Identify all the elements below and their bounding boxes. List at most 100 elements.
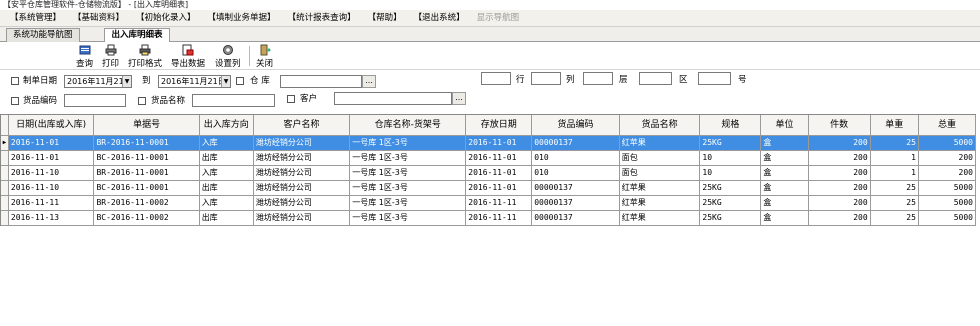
table-cell[interactable]: 25 (870, 136, 919, 151)
goods-code-checkbox[interactable] (11, 97, 19, 105)
table-cell[interactable]: 010 (532, 151, 620, 166)
menu-basic-data[interactable]: 【基础资料】 (67, 10, 130, 27)
table-cell[interactable]: 出库 (199, 211, 254, 226)
table-cell[interactable]: 2016-11-11 (8, 196, 95, 211)
row-input[interactable] (481, 72, 511, 85)
goods-name-input[interactable] (192, 94, 275, 107)
table-cell[interactable]: 00000137 (532, 181, 620, 196)
warehouse-input[interactable] (280, 75, 362, 88)
table-cell[interactable]: 面包 (619, 166, 701, 181)
table-cell[interactable]: 面包 (619, 151, 701, 166)
column-header[interactable]: 单据号 (94, 115, 200, 136)
table-cell[interactable]: 200 (808, 211, 871, 226)
table-cell[interactable]: 潍坊经销分公司 (253, 136, 351, 151)
table-cell[interactable]: 一号库 1区-3号 (350, 196, 467, 211)
chevron-down-icon[interactable]: ▼ (221, 76, 230, 87)
table-cell[interactable]: 盒 (761, 166, 809, 181)
warehouse-checkbox[interactable] (236, 77, 244, 85)
table-cell[interactable]: BC-2016-11-0001 (94, 181, 200, 196)
table-cell[interactable]: 2016-11-01 (8, 136, 95, 151)
table-cell[interactable]: 一号库 1区-3号 (350, 136, 467, 151)
table-row[interactable]: 2016-11-13 BC-2016-11-0002 出库 潍坊经销分公司 一号库 1区… (1, 211, 976, 226)
customer-input[interactable] (334, 92, 452, 105)
table-row[interactable]: 2016-11-01 BC-2016-11-0001 出库 潍坊经销分公司 一号库 1区… (1, 151, 976, 166)
table-cell[interactable]: 25KG (700, 136, 762, 151)
date-from-picker[interactable]: 2016年11月21日 ▼ (64, 75, 132, 88)
table-cell[interactable]: 盒 (761, 181, 809, 196)
table-cell[interactable]: 25 (870, 196, 919, 211)
table-cell[interactable]: 一号库 1区-3号 (350, 211, 467, 226)
table-cell[interactable]: BC-2016-11-0002 (94, 211, 200, 226)
table-cell[interactable]: 1 (870, 166, 919, 181)
table-cell[interactable]: 潍坊经销分公司 (253, 166, 351, 181)
tab-nav-map[interactable]: 系统功能导航图 (6, 28, 80, 42)
table-row[interactable]: 2016-11-11 BR-2016-11-0002 入库 潍坊经销分公司 一号库 1区… (1, 196, 976, 211)
column-header[interactable]: 件数 (808, 115, 871, 136)
table-row[interactable]: 2016-11-10 BR-2016-11-0001 入库 潍坊经销分公司 一号库 1区… (1, 166, 976, 181)
row-indicator[interactable] (1, 166, 9, 181)
table-cell[interactable]: BR-2016-11-0002 (94, 196, 200, 211)
table-cell[interactable]: 2016-11-11 (466, 211, 533, 226)
tab-inout-detail[interactable]: 出入库明细表 (104, 28, 170, 43)
table-cell[interactable]: 2016-11-10 (8, 166, 95, 181)
query-button[interactable]: 查询 (76, 44, 93, 69)
table-cell[interactable]: 00000137 (532, 211, 620, 226)
table-cell[interactable]: 出库 (199, 181, 254, 196)
goods-name-checkbox[interactable] (138, 97, 146, 105)
table-cell[interactable]: 2016-11-11 (466, 196, 533, 211)
table-cell[interactable]: 25KG (700, 181, 762, 196)
row-indicator[interactable] (1, 211, 9, 226)
table-cell[interactable]: 红苹果 (619, 136, 701, 151)
table-row[interactable]: ▶ 2016-11-01 BR-2016-11-0001 入库 潍坊经销分公司 一号库 1… (1, 136, 976, 151)
table-cell[interactable]: 00000137 (532, 196, 620, 211)
row-pointer-icon[interactable]: ▶ (1, 136, 9, 151)
close-button[interactable]: 关闭 (256, 44, 273, 69)
table-cell[interactable]: 200 (808, 196, 871, 211)
number-input[interactable] (698, 72, 731, 85)
table-cell[interactable]: 10 (700, 151, 762, 166)
table-cell[interactable]: 5000 (918, 136, 976, 151)
table-cell[interactable]: 入库 (199, 196, 254, 211)
set-columns-button[interactable]: 设置列 (215, 44, 241, 69)
table-cell[interactable]: 5000 (918, 196, 976, 211)
table-row[interactable]: 2016-11-10 BC-2016-11-0001 出库 潍坊经销分公司 一号库 1区… (1, 181, 976, 196)
col-input[interactable] (531, 72, 561, 85)
table-cell[interactable]: 00000137 (532, 136, 620, 151)
table-cell[interactable]: 一号库 1区-3号 (350, 166, 467, 181)
table-cell[interactable]: 25 (870, 211, 919, 226)
table-cell[interactable]: 25 (870, 181, 919, 196)
table-cell[interactable]: 200 (918, 151, 976, 166)
column-header[interactable]: 货品编码 (532, 115, 620, 136)
row-indicator[interactable] (1, 151, 9, 166)
table-cell[interactable]: 入库 (199, 166, 254, 181)
area-input[interactable] (639, 72, 672, 85)
table-cell[interactable]: 2016-11-01 (466, 181, 533, 196)
row-indicator[interactable] (1, 196, 9, 211)
print-button[interactable]: 打印 (102, 44, 119, 69)
table-cell[interactable]: 2016-11-13 (8, 211, 95, 226)
layer-input[interactable] (583, 72, 613, 85)
column-header[interactable]: 存放日期 (466, 115, 533, 136)
menu-system[interactable]: 【系统管理】 (4, 10, 67, 27)
column-header[interactable]: 日期(出库或入库) (8, 115, 95, 136)
customer-checkbox[interactable] (287, 95, 295, 103)
table-cell[interactable]: 盒 (761, 151, 809, 166)
table-cell[interactable]: 200 (808, 166, 871, 181)
table-cell[interactable]: 盒 (761, 196, 809, 211)
table-cell[interactable]: 25KG (700, 211, 762, 226)
print-format-button[interactable]: 打印格式 (128, 44, 162, 69)
table-cell[interactable]: 潍坊经销分公司 (253, 211, 351, 226)
warehouse-browse-button[interactable]: ... (362, 75, 376, 88)
table-cell[interactable]: 2016-11-01 (466, 166, 533, 181)
table-cell[interactable]: 200 (808, 151, 871, 166)
table-cell[interactable]: BR-2016-11-0001 (94, 136, 200, 151)
table-cell[interactable]: 潍坊经销分公司 (253, 196, 351, 211)
column-header[interactable]: 单位 (761, 115, 809, 136)
table-cell[interactable]: 一号库 1区-3号 (350, 181, 467, 196)
table-cell[interactable]: 200 (808, 181, 871, 196)
column-header[interactable]: 规格 (700, 115, 762, 136)
column-header[interactable]: 仓库名称-货架号 (350, 115, 467, 136)
column-header[interactable]: 出入库方向 (199, 115, 254, 136)
column-header[interactable]: 货品名称 (619, 115, 701, 136)
column-header[interactable]: 客户名称 (253, 115, 351, 136)
